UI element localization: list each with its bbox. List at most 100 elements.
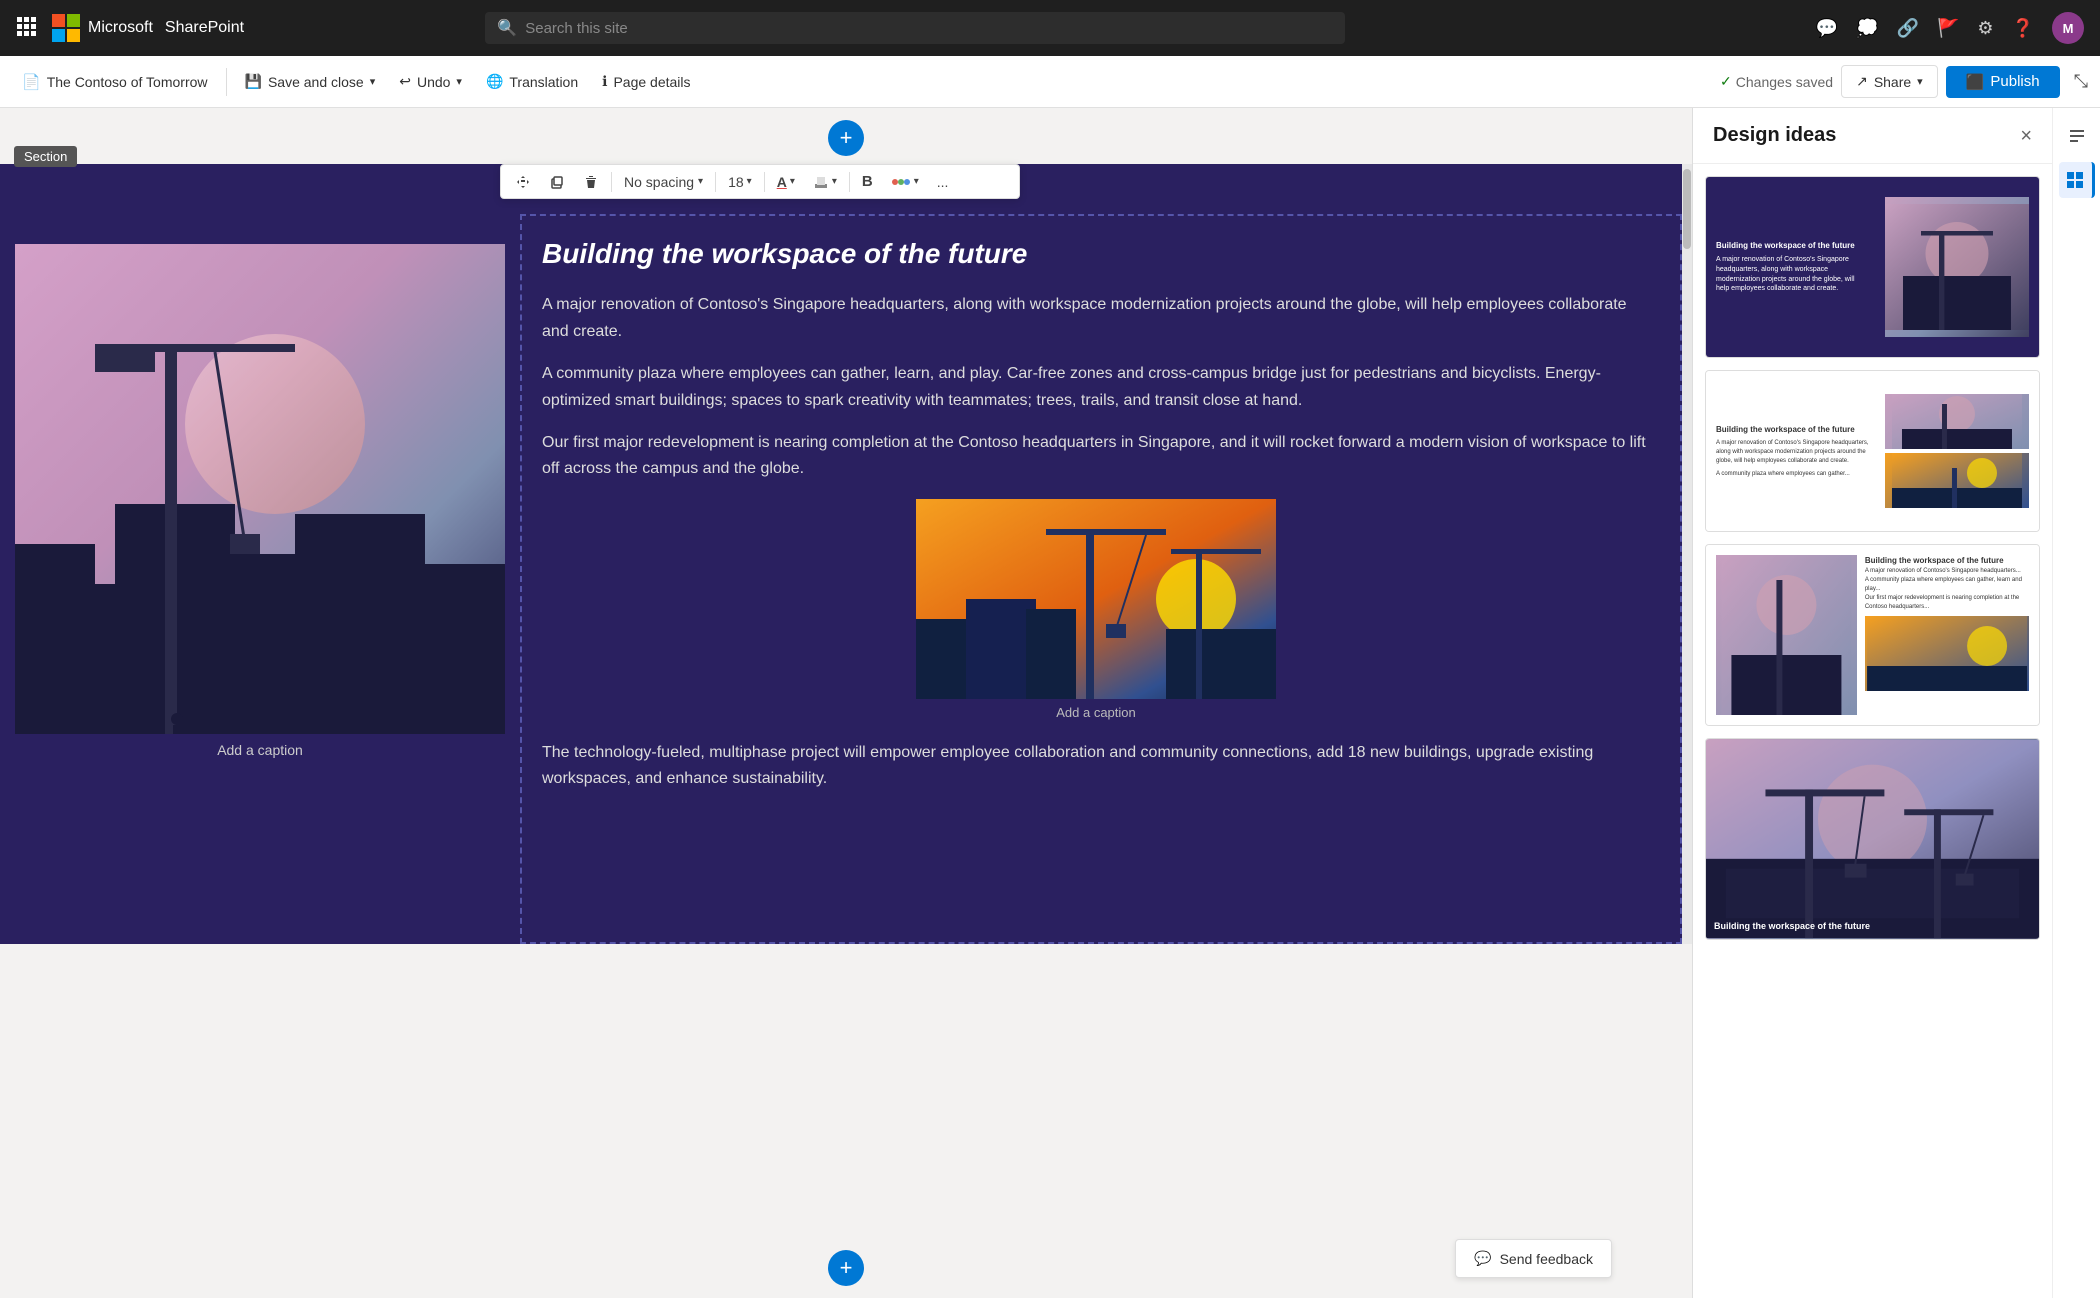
crane-illustration	[15, 244, 505, 734]
undo-btn[interactable]: ↩ Undo ▾	[389, 67, 472, 96]
side-icons-panel	[2052, 108, 2100, 1298]
section-right-column: No spacing ▾ 18 ▾ A ▾ ▾	[520, 164, 1692, 944]
card1-image	[1885, 197, 2029, 337]
toolbar-divider	[611, 172, 612, 192]
palette-chevron-icon: ▾	[914, 176, 919, 187]
main-image[interactable]	[15, 244, 505, 734]
design-idea-card-4[interactable]: Building the workspace of the future	[1705, 738, 2040, 940]
undo-label: Undo	[417, 74, 450, 90]
text-color-btn[interactable]: A ▾	[769, 170, 803, 194]
settings-icon[interactable]: ⚙	[1977, 18, 1993, 39]
inline-image-container: Add a caption	[542, 499, 1650, 720]
section-left-column: Add a caption	[0, 164, 520, 944]
color-chevron-icon: ▾	[790, 176, 795, 187]
design-idea-card-3[interactable]: Building the workspace of the future A m…	[1705, 544, 2040, 726]
translation-btn[interactable]: 🌐 Translation	[476, 67, 588, 96]
save-icon: 💾	[245, 73, 262, 90]
save-close-label: Save and close	[268, 74, 364, 90]
waffle-icon[interactable]	[16, 16, 36, 41]
highlight-chevron-icon: ▾	[832, 176, 837, 187]
page-icon: 📄	[22, 73, 41, 91]
article-para1: A major renovation of Contoso's Singapor…	[542, 292, 1650, 345]
search-input[interactable]	[525, 20, 1333, 37]
send-feedback-button[interactable]: 💬 Send feedback	[1455, 1239, 1612, 1278]
copy-btn[interactable]	[541, 170, 573, 194]
toolbar-divider-2	[715, 172, 716, 192]
article-para2: A community plaza where employees can ga…	[542, 361, 1650, 414]
text-content-editor[interactable]: Building the workspace of the future A m…	[520, 214, 1682, 944]
style-selector[interactable]: No spacing ▾	[616, 170, 711, 194]
details-icon: ℹ	[602, 73, 607, 90]
toolbar-right: ✓ Changes saved ↗ Share ▾ ⬛ Publish ⤡	[1720, 65, 2088, 98]
ms-squares-icon	[52, 14, 80, 42]
style-chevron-icon: ▾	[698, 176, 703, 187]
left-image-caption[interactable]: Add a caption	[15, 742, 505, 758]
avatar[interactable]: M	[2052, 12, 2084, 44]
card2-text: Building the workspace of the future A m…	[1716, 424, 1873, 479]
save-chevron-icon: ▾	[370, 75, 376, 88]
article-heading: Building the workspace of the future	[542, 236, 1650, 272]
add-section-bottom-button[interactable]: +	[828, 1250, 864, 1286]
changes-saved-label: Changes saved	[1736, 74, 1833, 90]
page-details-label: Page details	[613, 74, 690, 90]
page-details-btn[interactable]: ℹ Page details	[592, 67, 700, 96]
move-btn[interactable]	[507, 170, 539, 194]
nav-icons-group: 💬 💭 🔗 🚩 ⚙ ❓ M	[1816, 12, 2084, 44]
changes-saved-status: ✓ Changes saved	[1720, 73, 1833, 90]
side-properties-icon[interactable]	[2059, 118, 2095, 154]
check-icon: ✓	[1720, 73, 1732, 90]
share-btn-label: Share	[1874, 74, 1911, 90]
top-navbar: Microsoft SharePoint 🔍 💬 💭 🔗 🚩 ⚙ ❓ M	[0, 0, 2100, 56]
search-bar[interactable]: 🔍	[485, 12, 1345, 44]
undo-icon: ↩	[399, 73, 411, 90]
publish-button[interactable]: ⬛ Publish	[1946, 66, 2060, 98]
share-icon[interactable]: 🔗	[1897, 18, 1919, 39]
question-icon[interactable]: ❓	[2012, 18, 2034, 39]
undo-chevron-icon: ▾	[456, 75, 462, 88]
translation-icon: 🌐	[486, 73, 503, 90]
design-ideas-panel: Design ideas × Building the workspace of…	[1692, 108, 2052, 1298]
collapse-icon[interactable]: ⤡	[2074, 71, 2088, 92]
help-icon[interactable]: 💬	[1816, 18, 1838, 39]
add-section-top-button[interactable]: +	[828, 120, 864, 156]
save-close-btn[interactable]: 💾 Save and close ▾	[235, 67, 386, 96]
font-size-value: 18	[728, 174, 744, 190]
style-label: No spacing	[624, 174, 694, 190]
page-title-btn[interactable]: 📄 The Contoso of Tomorrow	[12, 67, 218, 97]
page-toolbar: 📄 The Contoso of Tomorrow 💾 Save and clo…	[0, 56, 2100, 108]
color-palette-btn[interactable]: ▾	[883, 170, 927, 194]
design-ideas-list: Building the workspace of the future A m…	[1693, 164, 2052, 1298]
side-design-icon[interactable]	[2059, 162, 2095, 198]
share-button[interactable]: ↗ Share ▾	[1841, 65, 1938, 98]
canvas-area: Section +	[0, 108, 1692, 1298]
card3-left	[1716, 555, 1857, 715]
design-panel-close-btn[interactable]: ×	[2020, 126, 2032, 146]
page-title-label: The Contoso of Tomorrow	[47, 74, 208, 90]
canvas-scrollbar-thumb[interactable]	[1683, 169, 1691, 249]
design-idea-card-1[interactable]: Building the workspace of the future A m…	[1705, 176, 2040, 358]
feedback-icon[interactable]: 💭	[1856, 18, 1878, 39]
article-para3: Our first major redevelopment is nearing…	[542, 430, 1650, 483]
delete-btn[interactable]	[575, 170, 607, 194]
share-chevron-icon: ▾	[1917, 75, 1923, 88]
flag-icon[interactable]: 🚩	[1937, 18, 1959, 39]
canvas-scrollbar-track	[1682, 164, 1692, 944]
text-color-a: A	[777, 174, 787, 190]
design-idea-card-2[interactable]: Building the workspace of the future A m…	[1705, 370, 2040, 532]
size-chevron-icon: ▾	[747, 176, 752, 187]
page-section: Add a caption	[0, 164, 1692, 944]
highlight-btn[interactable]: ▾	[805, 170, 845, 194]
toolbar-divider-1	[226, 68, 227, 96]
inline-content-image[interactable]	[916, 499, 1276, 699]
font-size-selector[interactable]: 18 ▾	[720, 170, 760, 194]
brand-name: Microsoft	[88, 19, 153, 37]
toolbar-divider-3	[764, 172, 765, 192]
design-panel-header: Design ideas ×	[1693, 108, 2052, 164]
more-options-btn[interactable]: ...	[929, 170, 957, 194]
section-label: Section	[14, 146, 77, 167]
app-name: SharePoint	[165, 19, 244, 37]
search-icon: 🔍	[497, 18, 517, 38]
bold-btn[interactable]: B	[854, 169, 881, 194]
inline-image-caption[interactable]: Add a caption	[1056, 705, 1136, 720]
microsoft-logo[interactable]: Microsoft	[52, 14, 153, 42]
